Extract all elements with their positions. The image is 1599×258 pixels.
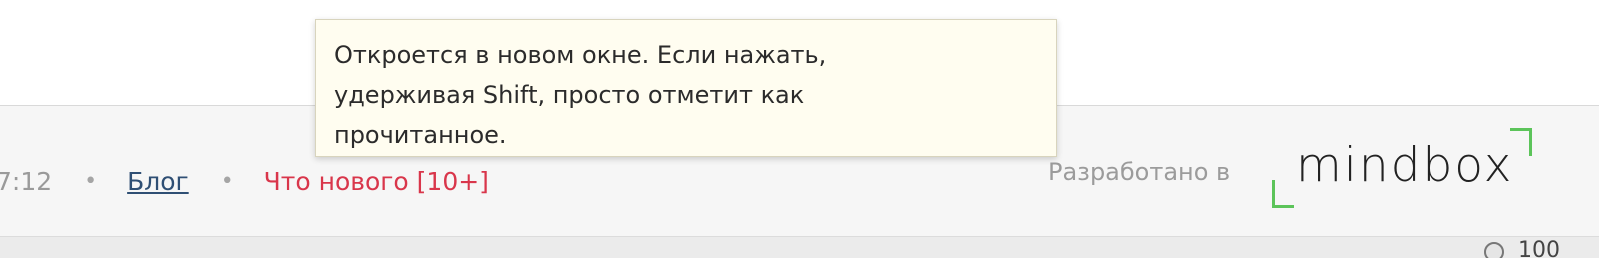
separator-dot: • <box>220 168 234 194</box>
tooltip-line: удерживая Shift, просто отметит как <box>334 81 805 109</box>
tooltip: Откроется в новом окне. Если нажать, уде… <box>315 19 1057 157</box>
logo-bracket-bottom-left <box>1272 180 1294 208</box>
tooltip-line: прочитанное. <box>334 121 507 149</box>
separator-dot: • <box>84 168 98 194</box>
bottom-strip <box>0 237 1599 258</box>
developed-by-label: Разработано в <box>1048 158 1231 186</box>
tooltip-line: Откроется в новом окне. Если нажать, <box>334 41 827 69</box>
bottom-bar-text: 100 <box>1518 238 1560 258</box>
globe-icon[interactable] <box>1484 242 1504 258</box>
blog-link[interactable]: Блог <box>127 167 189 196</box>
logo-text: mindbox <box>1296 138 1514 193</box>
page: 7:12 • Блог • Что нового [10+] Разработа… <box>0 0 1599 258</box>
mindbox-logo-link[interactable]: mindbox <box>1272 128 1540 210</box>
whats-new-link[interactable]: Что нового [10+] <box>264 167 489 196</box>
last-updated-time: 7:12 <box>0 166 53 196</box>
footer-links: 7:12 • Блог • Что нового [10+] <box>0 164 489 198</box>
